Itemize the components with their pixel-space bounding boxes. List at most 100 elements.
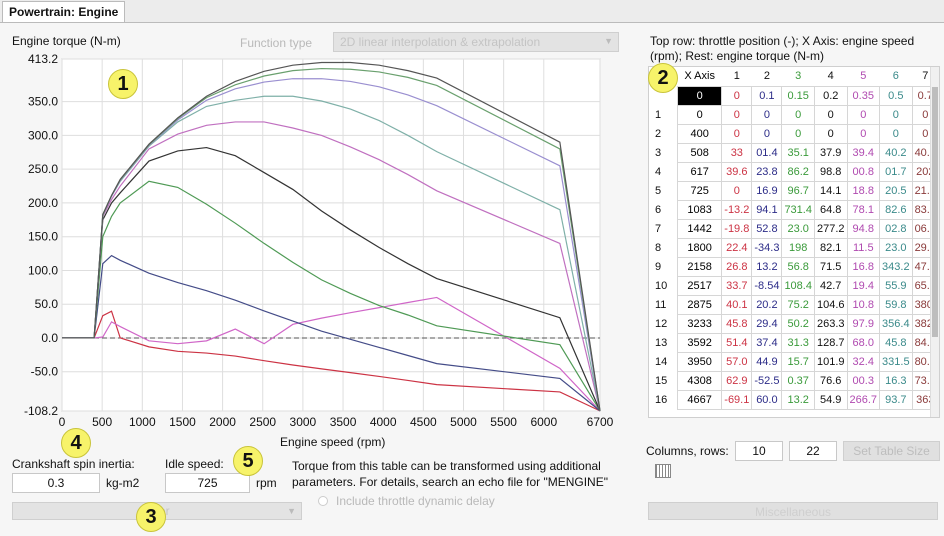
throttle-delay-checkbox[interactable] — [318, 496, 328, 506]
columns-input[interactable]: 10 — [735, 441, 783, 461]
table-cell[interactable]: 14.1 — [813, 180, 848, 201]
table-cell[interactable]: 32.4 — [846, 351, 881, 372]
idle-speed-input[interactable]: 725 — [165, 473, 250, 493]
table-cell[interactable]: 0 — [813, 123, 848, 144]
x-axis-cell[interactable]: 400 — [677, 123, 723, 144]
table-cell[interactable]: 0.37 — [781, 370, 815, 391]
table-cell[interactable]: 37.4 — [751, 332, 783, 353]
scrollbar-thumb[interactable] — [932, 87, 938, 337]
table-cell[interactable]: 0 — [879, 123, 913, 144]
table-cell[interactable]: 22.4 — [721, 237, 753, 258]
table-cell[interactable]: 71.5 — [813, 256, 848, 277]
table-cell[interactable]: 731.4 — [781, 199, 815, 220]
function-type-dropdown[interactable]: 2D linear interpolation & extrapolation … — [333, 32, 619, 52]
x-axis-cell[interactable]: 725 — [677, 180, 723, 201]
table-cell[interactable]: 98.8 — [813, 161, 848, 182]
rows-input[interactable]: 22 — [789, 441, 837, 461]
table-cell[interactable]: 82.1 — [813, 237, 848, 258]
table-cell[interactable]: -13.2 — [721, 199, 753, 220]
table-cell[interactable]: 29.4 — [751, 313, 783, 334]
table-cell[interactable]: 45.8 — [879, 332, 913, 353]
table-cell[interactable]: 0 — [781, 104, 815, 125]
x-axis-cell[interactable]: 0 — [677, 104, 723, 125]
table-cell[interactable]: 01.4 — [751, 142, 783, 163]
table-cell[interactable]: 0 — [846, 104, 881, 125]
table-cell[interactable]: 277.2 — [813, 218, 848, 239]
table-cell[interactable]: 0 — [751, 123, 783, 144]
x-axis-cell[interactable]: 3950 — [677, 351, 723, 372]
table-cell[interactable]: 86.2 — [781, 161, 815, 182]
table-cell[interactable]: 104.6 — [813, 294, 848, 315]
table-cell[interactable]: 62.9 — [721, 370, 753, 391]
table-cell[interactable]: 16.8 — [846, 256, 881, 277]
table-cell[interactable]: 02.8 — [879, 218, 913, 239]
table-cell[interactable]: -52.5 — [751, 370, 783, 391]
table-cell[interactable]: 343.2 — [879, 256, 913, 277]
table-cell[interactable]: 56.8 — [781, 256, 815, 277]
table-cell[interactable]: 18.8 — [846, 180, 881, 201]
table-cell[interactable]: 39.6 — [721, 161, 753, 182]
table-cell[interactable]: 331.5 — [879, 351, 913, 372]
table-cell[interactable]: 266.7 — [846, 389, 881, 410]
table-cell[interactable]: 16.3 — [879, 370, 913, 391]
table-cell[interactable]: 15.7 — [781, 351, 815, 372]
crankshaft-inertia-input[interactable]: 0.3 — [12, 473, 100, 493]
table-cell[interactable]: 44.9 — [751, 351, 783, 372]
table-cell[interactable]: 39.4 — [846, 142, 881, 163]
table-cell[interactable]: 101.9 — [813, 351, 848, 372]
x-axis-cell[interactable]: 4308 — [677, 370, 723, 391]
x-axis-cell[interactable]: 508 — [677, 142, 723, 163]
table-cell[interactable]: 94.8 — [846, 218, 881, 239]
x-axis-cell[interactable]: 2875 — [677, 294, 723, 315]
table-cell[interactable]: 76.6 — [813, 370, 848, 391]
table-cell[interactable]: 60.0 — [751, 389, 783, 410]
table-cell[interactable]: 0 — [879, 104, 913, 125]
x-axis-cell[interactable]: 1442 — [677, 218, 723, 239]
table-cell[interactable]: 23.0 — [781, 218, 815, 239]
table-cell[interactable]: 13.2 — [751, 256, 783, 277]
table-cell[interactable]: 23.0 — [879, 237, 913, 258]
table-cell[interactable]: 01.7 — [879, 161, 913, 182]
table-cell[interactable]: 0 — [813, 104, 848, 125]
x-axis-cell[interactable]: 2517 — [677, 275, 723, 296]
tab-powertrain-engine[interactable]: Powertrain: Engine — [2, 1, 126, 23]
table-cell[interactable]: 31.3 — [781, 332, 815, 353]
table-cell[interactable]: 35.1 — [781, 142, 815, 163]
table-cell[interactable]: 0.5 — [879, 85, 913, 106]
table-cell[interactable]: 16.9 — [751, 180, 783, 201]
table-cell[interactable]: 0 — [751, 104, 783, 125]
table-cell[interactable]: 93.7 — [879, 389, 913, 410]
x-axis-cell[interactable]: 1083 — [677, 199, 723, 220]
table-cell[interactable]: 68.0 — [846, 332, 881, 353]
x-axis-cell[interactable]: 1800 — [677, 237, 723, 258]
table-cell[interactable]: 26.8 — [721, 256, 753, 277]
table-cell[interactable]: 40.2 — [879, 142, 913, 163]
table-cell[interactable]: 0 — [781, 123, 815, 144]
table-cell[interactable]: 51.4 — [721, 332, 753, 353]
table-cell[interactable]: 356.4 — [879, 313, 913, 334]
table-cell[interactable]: 59.8 — [879, 294, 913, 315]
table-cell[interactable]: 94.1 — [751, 199, 783, 220]
x-axis-cell[interactable]: 617 — [677, 161, 723, 182]
table-cell[interactable]: 37.9 — [813, 142, 848, 163]
table-cell[interactable]: 45.8 — [721, 313, 753, 334]
table-cell[interactable]: 00.8 — [846, 161, 881, 182]
table-cell[interactable]: 20.5 — [879, 180, 913, 201]
set-table-size-button[interactable]: Set Table Size — [843, 441, 940, 461]
table-scrollbar[interactable] — [930, 67, 939, 417]
table-cell[interactable]: 00.3 — [846, 370, 881, 391]
table-cell[interactable]: 78.1 — [846, 199, 881, 220]
table-cell[interactable]: 33.7 — [721, 275, 753, 296]
table-cell[interactable]: 20.2 — [751, 294, 783, 315]
torque-table[interactable]: X Axis 1 2 3 4 5 6 7 0 0 0.1 0.15 0.2 0.35 0.5 0.7 1 0 0 0 0… — [648, 66, 940, 418]
table-cell[interactable]: 57.0 — [721, 351, 753, 372]
x-axis-cell[interactable]: 2158 — [677, 256, 723, 277]
table-cell[interactable]: 0.1 — [751, 85, 783, 106]
table-cell[interactable]: 54.9 — [813, 389, 848, 410]
table-cell[interactable]: -8.54 — [751, 275, 783, 296]
table-cell[interactable]: -19.8 — [721, 218, 753, 239]
table-cell[interactable]: -69.1 — [721, 389, 753, 410]
table-cell[interactable]: 263.3 — [813, 313, 848, 334]
table-cell[interactable]: 11.5 — [846, 237, 881, 258]
table-cell[interactable]: 0 — [721, 85, 753, 106]
